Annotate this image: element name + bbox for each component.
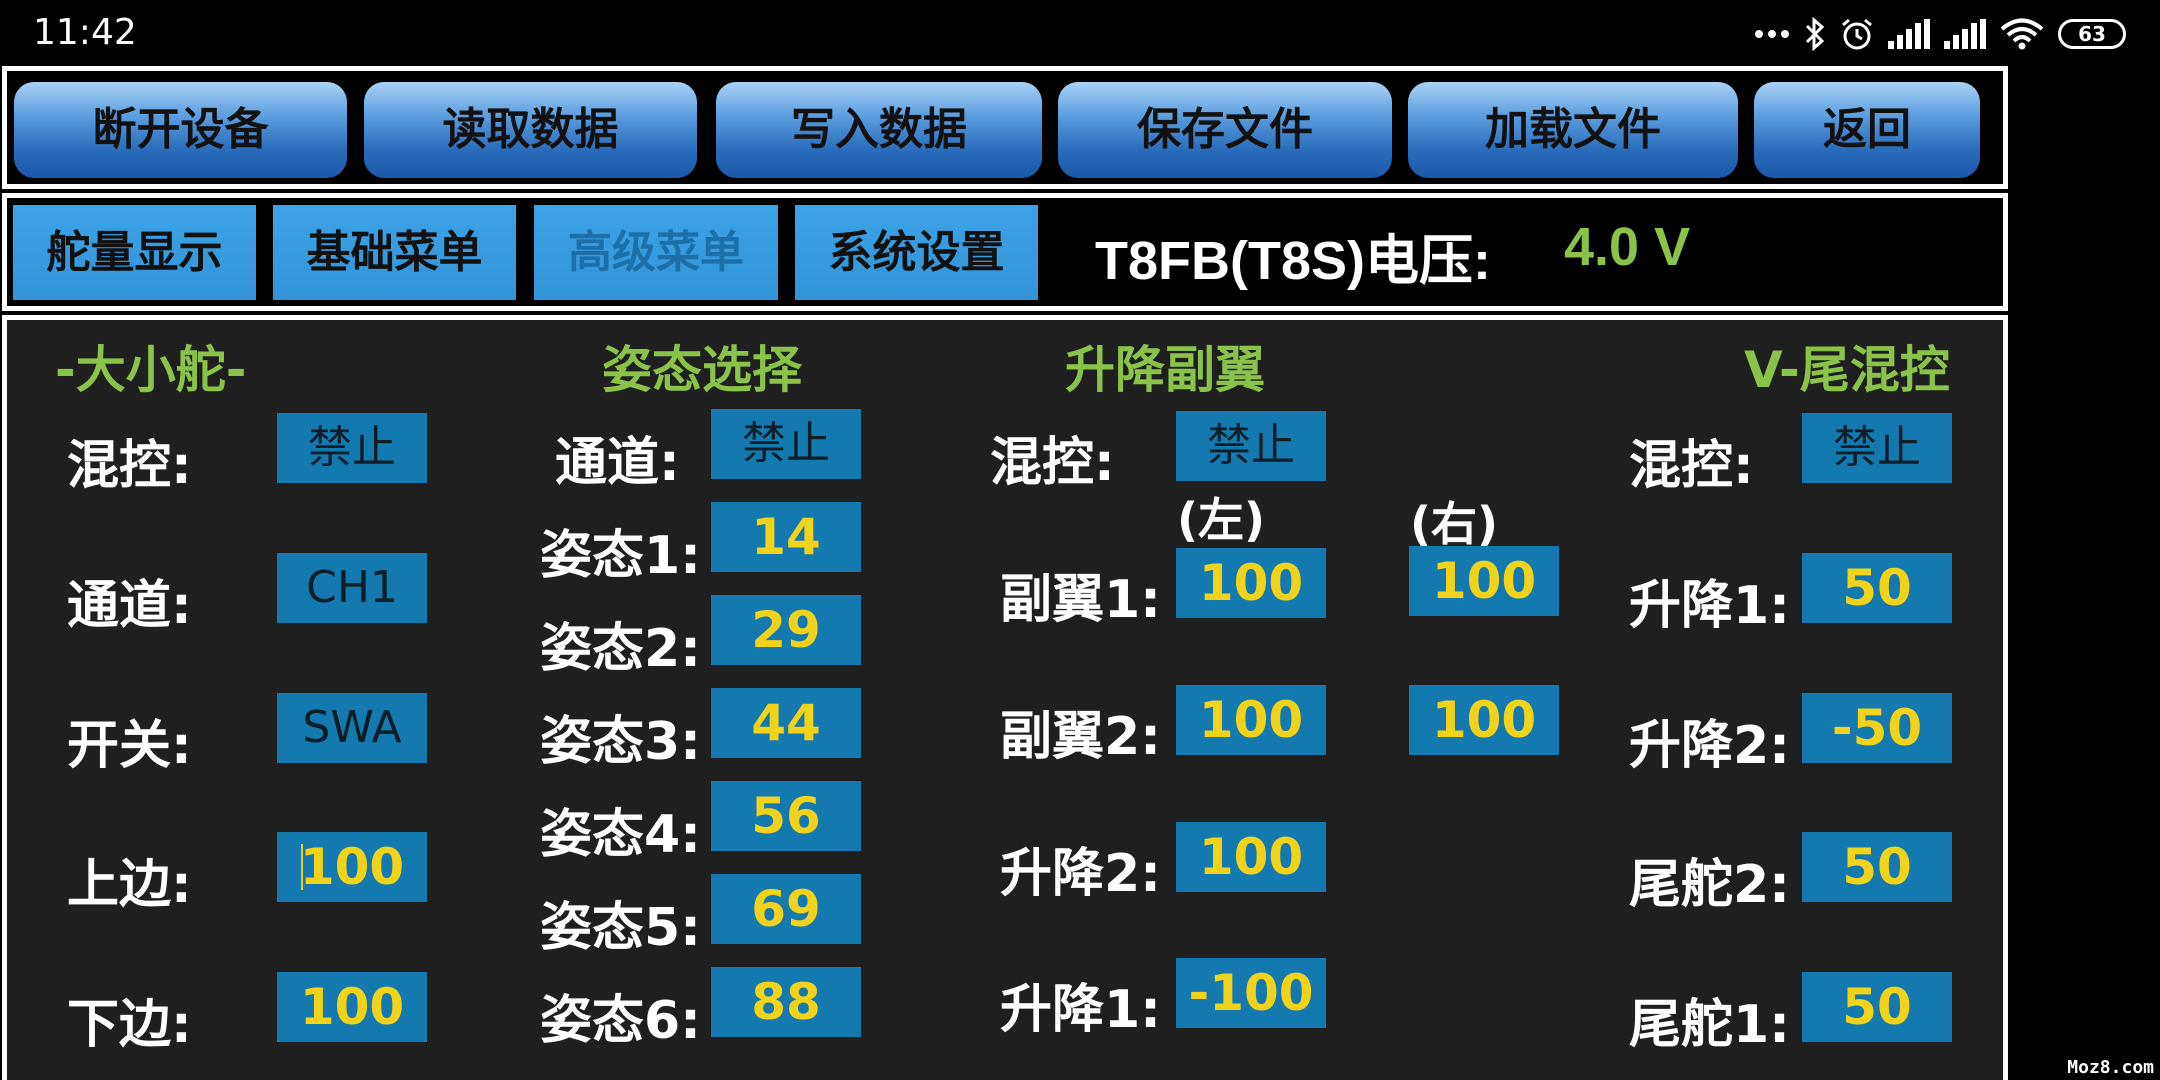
vtail-rudder2-label: 尾舵2: bbox=[1629, 855, 1790, 915]
status-icons: 63 bbox=[1754, 14, 2126, 54]
flaperon-aileron2-right-input[interactable]: 100 bbox=[1409, 685, 1559, 755]
dual-rate-channel-field[interactable]: CH1 bbox=[277, 553, 427, 623]
vtail-rudder1-input[interactable]: 50 bbox=[1802, 972, 1952, 1042]
signal-icon bbox=[1888, 19, 1930, 49]
vtail-rudder2-input[interactable]: 50 bbox=[1802, 832, 1952, 902]
right-side-label: (右) bbox=[1410, 497, 1499, 551]
flight-mode-input[interactable]: 56 bbox=[711, 781, 861, 851]
watermark: Moz8.com bbox=[2067, 1057, 2154, 1078]
status-bar: 11:42 63 bbox=[0, 0, 2160, 66]
tab-system-settings[interactable]: 系统设置 bbox=[795, 205, 1038, 300]
tab-advanced-menu[interactable]: 高级菜单 bbox=[534, 205, 778, 300]
flight-mode-input[interactable]: 29 bbox=[711, 595, 861, 665]
signal-icon bbox=[1944, 19, 1986, 49]
advanced-settings-panel: -大小舵- 混控: 禁止 通道: CH1 开关: SWA 上边: 100 下边:… bbox=[2, 315, 2008, 1080]
flight-mode-label: 姿态3: bbox=[540, 712, 701, 772]
read-data-button[interactable]: 读取数据 bbox=[364, 82, 697, 178]
dual-rate-mix-label: 混控: bbox=[67, 436, 192, 496]
voltage-label: T8FB(T8S)电压: bbox=[1095, 231, 1491, 291]
dual-rate-upper-input[interactable]: 100 bbox=[277, 832, 427, 902]
tab-servo-display[interactable]: 舵量显示 bbox=[13, 205, 256, 300]
flaperon-aileron1-left-input[interactable]: 100 bbox=[1176, 548, 1326, 618]
flight-mode-input[interactable]: 14 bbox=[711, 502, 861, 572]
dual-rate-lower-label: 下边: bbox=[67, 995, 192, 1055]
battery-icon: 63 bbox=[2058, 19, 2126, 49]
write-data-button[interactable]: 写入数据 bbox=[716, 82, 1042, 178]
flaperon-elevator2-label: 升降2: bbox=[1000, 844, 1161, 904]
flaperon-elevator1-label: 升降1: bbox=[1000, 980, 1161, 1040]
dual-rate-switch-label: 开关: bbox=[67, 716, 192, 776]
vtail-elevator2-input[interactable]: -50 bbox=[1802, 693, 1952, 763]
dual-rate-switch-field[interactable]: SWA bbox=[277, 693, 427, 763]
flaperon-mix-label: 混控: bbox=[990, 433, 1115, 493]
flight-mode-input[interactable]: 44 bbox=[711, 688, 861, 758]
dual-rate-title: -大小舵- bbox=[55, 341, 247, 399]
back-button[interactable]: 返回 bbox=[1754, 82, 1980, 178]
voltage-value: 4.0 V bbox=[1564, 217, 1691, 277]
flight-mode-label: 姿态5: bbox=[540, 898, 701, 958]
flight-mode-title: 姿态选择 bbox=[602, 341, 802, 399]
flight-mode-channel-label: 通道: bbox=[555, 433, 680, 493]
dual-rate-upper-value: 100 bbox=[299, 838, 405, 896]
flaperon-elevator1-input[interactable]: -100 bbox=[1176, 958, 1326, 1028]
flight-mode-channel-field[interactable]: 禁止 bbox=[711, 409, 861, 479]
flaperon-title: 升降副翼 bbox=[1065, 341, 1265, 399]
vtail-title: V-尾混控 bbox=[1744, 341, 1950, 399]
flight-mode-label: 姿态2: bbox=[540, 619, 701, 679]
dual-rate-mix-field[interactable]: 禁止 bbox=[277, 413, 427, 483]
menu-panel: 舵量显示 基础菜单 高级菜单 系统设置 T8FB(T8S)电压: 4.0 V bbox=[2, 193, 2008, 311]
flaperon-elevator2-input[interactable]: 100 bbox=[1176, 822, 1326, 892]
vtail-elevator1-input[interactable]: 50 bbox=[1802, 553, 1952, 623]
save-file-button[interactable]: 保存文件 bbox=[1058, 82, 1392, 178]
flight-mode-input[interactable]: 69 bbox=[711, 874, 861, 944]
bluetooth-icon bbox=[1805, 17, 1825, 51]
dual-rate-upper-label: 上边: bbox=[67, 855, 192, 915]
wifi-icon bbox=[2000, 18, 2044, 50]
flaperon-aileron2-label: 副翼2: bbox=[1000, 707, 1161, 767]
tab-basic-menu[interactable]: 基础菜单 bbox=[273, 205, 516, 300]
dual-rate-lower-input[interactable]: 100 bbox=[277, 972, 427, 1042]
vtail-elevator1-label: 升降1: bbox=[1629, 576, 1790, 636]
vtail-rudder1-label: 尾舵1: bbox=[1629, 995, 1790, 1055]
more-icon bbox=[1755, 30, 1789, 38]
flight-mode-label: 姿态4: bbox=[540, 805, 701, 865]
flight-mode-input[interactable]: 88 bbox=[711, 967, 861, 1037]
vtail-mix-field[interactable]: 禁止 bbox=[1802, 413, 1952, 483]
flaperon-aileron1-label: 副翼1: bbox=[1000, 570, 1161, 630]
status-time: 11:42 bbox=[33, 12, 137, 53]
flaperon-mix-field[interactable]: 禁止 bbox=[1176, 411, 1326, 481]
toolbar-panel: 断开设备 读取数据 写入数据 保存文件 加载文件 返回 bbox=[2, 66, 2008, 189]
left-side-label: (左) bbox=[1177, 493, 1266, 547]
vtail-mix-label: 混控: bbox=[1629, 436, 1754, 496]
alarm-icon bbox=[1842, 18, 1872, 50]
flaperon-aileron2-left-input[interactable]: 100 bbox=[1176, 685, 1326, 755]
flaperon-aileron1-right-input[interactable]: 100 bbox=[1409, 546, 1559, 616]
dual-rate-channel-label: 通道: bbox=[67, 576, 192, 636]
disconnect-button[interactable]: 断开设备 bbox=[14, 82, 347, 178]
text-cursor bbox=[301, 844, 303, 890]
flight-mode-label: 姿态1: bbox=[540, 526, 701, 586]
load-file-button[interactable]: 加载文件 bbox=[1408, 82, 1738, 178]
vtail-elevator2-label: 升降2: bbox=[1629, 716, 1790, 776]
flight-mode-label: 姿态6: bbox=[540, 991, 701, 1051]
